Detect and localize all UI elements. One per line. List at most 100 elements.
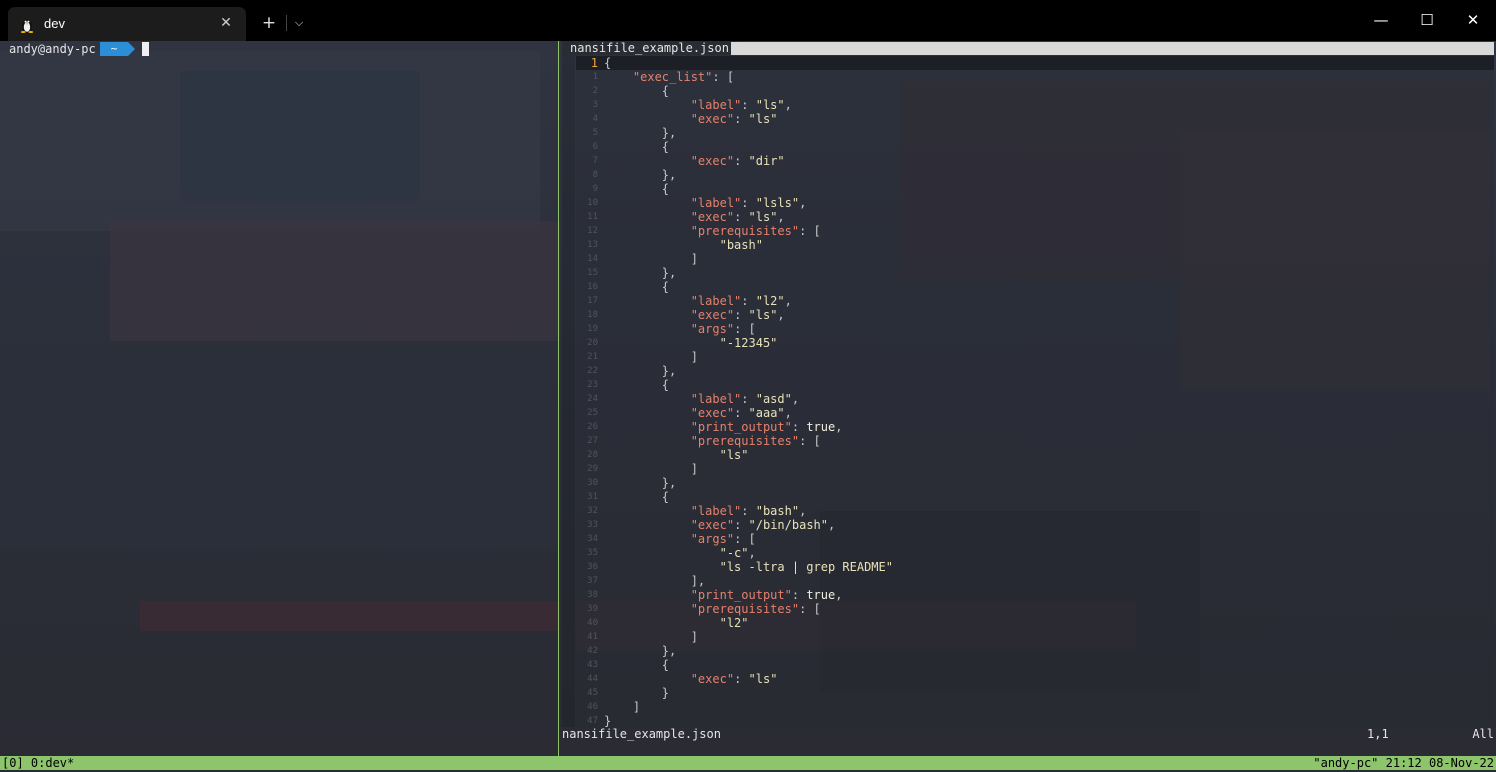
line-number: 33 xyxy=(587,520,598,530)
line-number: 25 xyxy=(587,408,598,418)
json-key: "exec" xyxy=(690,518,735,532)
json-punctuation xyxy=(604,434,691,448)
code-line: "exec": "ls" xyxy=(604,112,778,126)
json-punctuation: ] xyxy=(604,350,698,364)
json-punctuation: : xyxy=(734,308,749,322)
json-punctuation: { xyxy=(604,56,612,70)
code-line: "bash" xyxy=(604,238,763,252)
chevron-down-icon[interactable]: ⌵ xyxy=(286,10,312,36)
tmux-window-list[interactable]: [0] 0:dev* xyxy=(2,756,74,770)
json-key: "label" xyxy=(690,392,742,406)
code-line: { xyxy=(604,378,669,392)
json-punctuation xyxy=(604,616,720,630)
json-boolean: true xyxy=(806,588,836,602)
json-string: "ls" xyxy=(719,448,749,462)
json-string: "aaa" xyxy=(748,406,785,420)
code-line: "args": [ xyxy=(604,322,756,336)
tab-dev[interactable]: dev ✕ xyxy=(8,7,246,41)
json-punctuation: , xyxy=(784,406,792,420)
code-line: "prerequisites": [ xyxy=(604,224,821,238)
code-line: }, xyxy=(604,168,676,182)
json-key: "print_output" xyxy=(690,588,792,602)
prompt-arrow-icon xyxy=(128,42,135,56)
tab-close-icon[interactable]: ✕ xyxy=(216,13,236,33)
json-punctuation: : xyxy=(741,504,756,518)
json-punctuation xyxy=(604,308,691,322)
json-punctuation: : xyxy=(791,588,807,602)
code-line: { xyxy=(604,56,611,70)
json-punctuation: { xyxy=(604,182,670,196)
line-number: 6 xyxy=(592,142,598,152)
code-line: { xyxy=(604,658,669,672)
json-punctuation xyxy=(604,294,691,308)
line-number: 46 xyxy=(587,702,598,712)
pane-divider[interactable] xyxy=(558,41,559,756)
json-punctuation: : [ xyxy=(799,434,821,448)
json-string: "l2" xyxy=(719,616,749,630)
json-punctuation: { xyxy=(604,280,670,294)
line-number: 14 xyxy=(587,254,598,264)
json-punctuation xyxy=(604,210,691,224)
json-string: "-12345" xyxy=(719,336,778,350)
editor-tabline-fill xyxy=(731,42,1494,55)
minimize-icon[interactable]: — xyxy=(1358,0,1404,40)
code-line: { xyxy=(604,84,669,98)
json-key: "args" xyxy=(690,532,735,546)
json-punctuation: ] xyxy=(604,462,698,476)
json-punctuation: ] xyxy=(604,252,698,266)
line-number: 5 xyxy=(592,128,598,138)
json-punctuation xyxy=(604,420,691,434)
json-punctuation: } xyxy=(604,714,612,728)
json-key: "label" xyxy=(690,196,742,210)
line-number: 29 xyxy=(587,464,598,474)
code-line: "ls -ltra | grep README" xyxy=(604,560,893,574)
json-key: "exec" xyxy=(690,406,735,420)
json-string: "bash" xyxy=(755,504,800,518)
json-string: "dir" xyxy=(748,154,785,168)
json-punctuation: , xyxy=(835,588,843,602)
line-number: 39 xyxy=(587,604,598,614)
code-line: "exec": "ls", xyxy=(604,210,785,224)
code-line: "exec": "/bin/bash", xyxy=(604,518,836,532)
prompt-directory: ~ xyxy=(100,42,128,56)
line-number: 40 xyxy=(587,618,598,628)
line-number: 30 xyxy=(587,478,598,488)
json-punctuation: , xyxy=(791,392,800,406)
new-tab-icon[interactable]: + xyxy=(256,10,282,36)
json-punctuation xyxy=(604,602,691,616)
json-punctuation: , xyxy=(828,518,836,532)
json-string: "lsls" xyxy=(755,196,800,210)
json-punctuation: { xyxy=(604,490,670,504)
line-number: 20 xyxy=(587,338,598,348)
editor-tab[interactable]: nansifile_example.json xyxy=(562,41,737,55)
close-icon[interactable]: ✕ xyxy=(1450,0,1496,40)
code-line: }, xyxy=(604,644,676,658)
json-punctuation: , xyxy=(835,420,843,434)
json-punctuation: ] xyxy=(604,700,641,714)
line-number: 31 xyxy=(587,492,598,502)
json-key: "args" xyxy=(690,322,735,336)
line-number: 7 xyxy=(592,156,598,166)
json-punctuation: }, xyxy=(604,168,677,182)
json-punctuation: } xyxy=(604,686,670,700)
line-number: 28 xyxy=(587,450,598,460)
json-punctuation xyxy=(604,546,720,560)
code-line: "exec_list": [ xyxy=(604,70,734,84)
code-line: "exec": "aaa", xyxy=(604,406,792,420)
json-punctuation xyxy=(604,98,691,112)
json-punctuation: : xyxy=(734,154,749,168)
line-number: 19 xyxy=(587,324,598,334)
json-punctuation: , xyxy=(784,98,792,112)
code-line: ] xyxy=(604,350,698,364)
code-line: }, xyxy=(604,476,676,490)
code-line: "label": "l2", xyxy=(604,294,792,308)
json-key: "exec" xyxy=(690,210,735,224)
line-number: 32 xyxy=(587,506,598,516)
json-punctuation xyxy=(604,518,691,532)
json-punctuation: : xyxy=(734,112,749,126)
json-punctuation xyxy=(604,560,720,574)
json-punctuation: , xyxy=(799,196,807,210)
code-line: "exec": "dir" xyxy=(604,154,785,168)
maximize-icon[interactable]: ☐ xyxy=(1404,0,1450,40)
code-line: "-12345" xyxy=(604,336,778,350)
